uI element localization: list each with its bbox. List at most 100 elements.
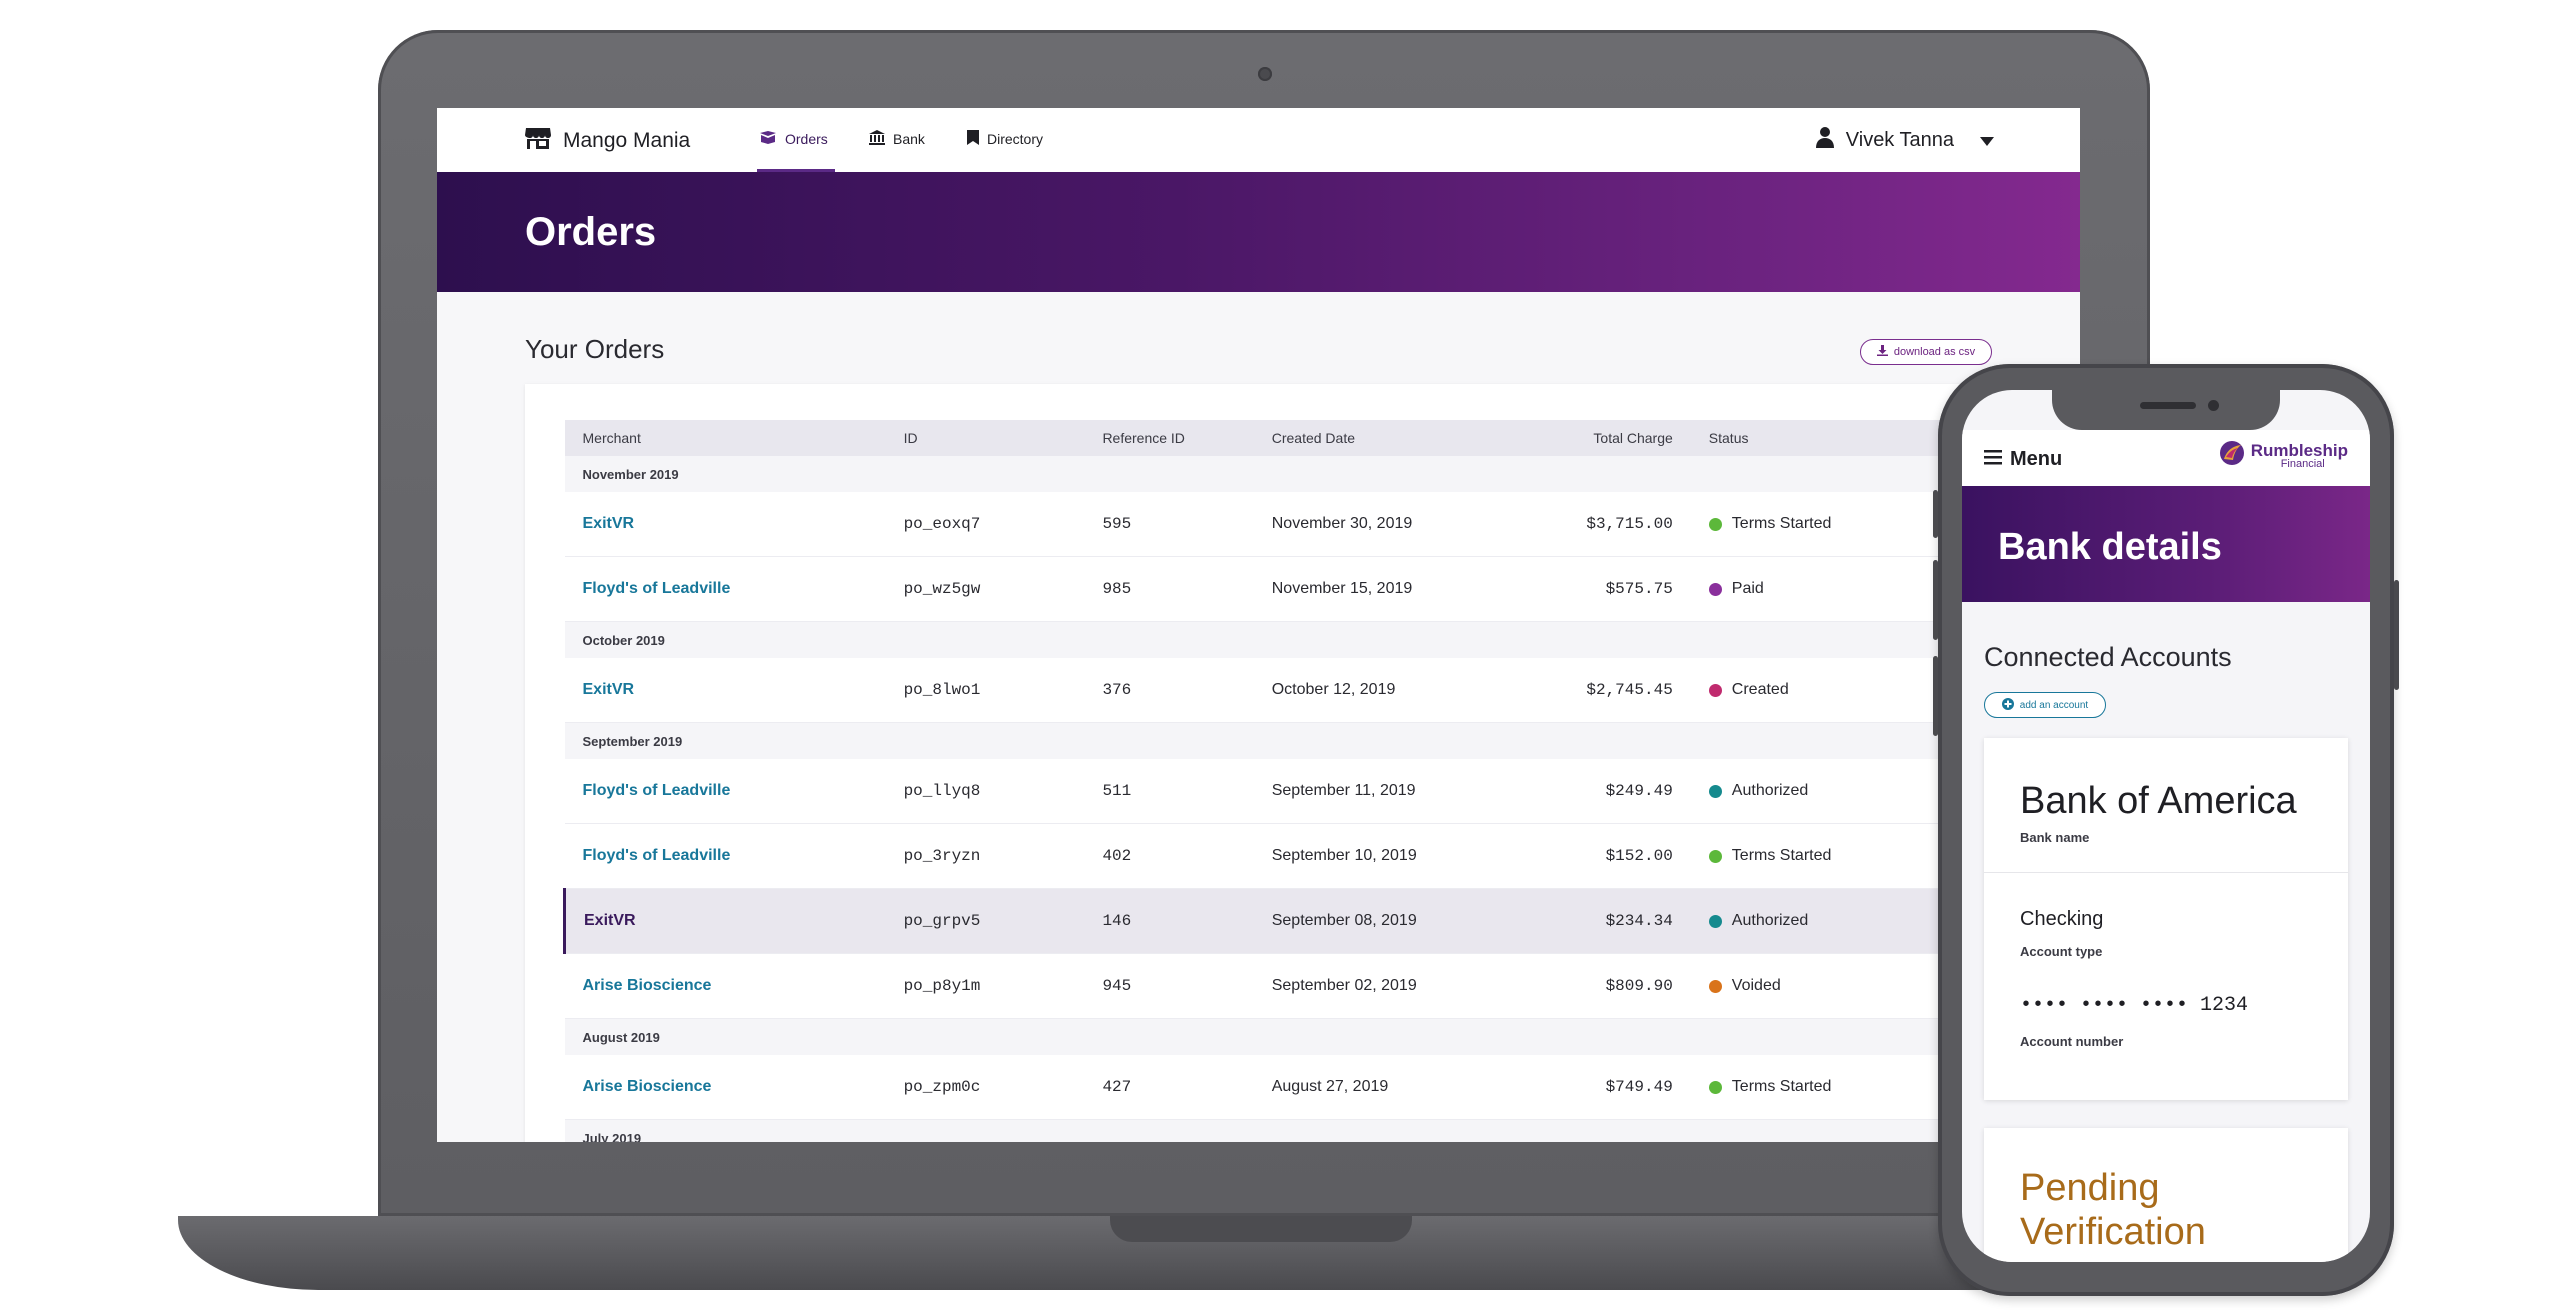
account-number-label: Account number <box>2020 1034 2124 1049</box>
table-row[interactable]: Arise Bioscience po_zpm0c 427 August 27, 20… <box>564 1055 1983 1120</box>
group-label: November 2019 <box>564 456 1983 492</box>
user-name: Vivek Tanna <box>1845 128 1954 151</box>
reference-id: 376 <box>1084 658 1254 723</box>
laptop-opening-notch <box>1110 1216 1412 1242</box>
status-label: Terms Started <box>1731 515 1832 532</box>
merchant-link[interactable]: Arise Bioscience <box>564 1055 886 1120</box>
reference-id: 945 <box>1084 953 1254 1019</box>
table-group-row: September 2019 <box>564 722 1983 759</box>
merchant-link[interactable]: Floyd's of Leadville <box>564 556 886 622</box>
group-label: October 2019 <box>564 621 1983 658</box>
phone-navigation: Menu Rumbleship Financial <box>1962 430 2370 486</box>
brand[interactable]: Mango Mania <box>525 127 690 154</box>
reference-id: 402 <box>1084 823 1254 889</box>
group-label: August 2019 <box>564 1018 1983 1055</box>
column-header-created-date[interactable]: Created Date <box>1253 420 1478 456</box>
status-label: Authorized <box>1731 782 1809 799</box>
table-group-row: July 2019 <box>564 1119 1983 1142</box>
status-badge: Created <box>1708 681 1965 699</box>
user-menu[interactable]: Vivek Tanna <box>1815 126 1994 154</box>
account-type-label: Account type <box>2020 944 2103 959</box>
status-badge: Terms Started <box>1708 515 1965 533</box>
status-dot <box>1708 784 1722 798</box>
reference-id: 595 <box>1084 492 1254 557</box>
status-badge: Authorized <box>1708 912 1965 930</box>
order-id: po_3ryzn <box>885 823 1085 889</box>
rumbleship-name: Rumbleship <box>2250 440 2348 460</box>
rumbleship-logo[interactable]: Rumbleship Financial <box>2219 440 2348 471</box>
pending-verification-card: Pending Verification <box>1984 1128 2348 1262</box>
status-dot <box>1708 849 1722 863</box>
phone-speaker <box>2140 402 2196 409</box>
reference-id: 146 <box>1084 888 1254 954</box>
nav-bank[interactable]: Bank <box>869 130 925 148</box>
phone-side-button <box>1933 490 1938 538</box>
phone-side-button <box>1933 560 1938 640</box>
column-header-merchant[interactable]: Merchant <box>564 420 886 456</box>
merchant-link[interactable]: Floyd's of Leadville <box>564 823 886 889</box>
created-date: September 08, 2019 <box>1253 888 1478 954</box>
bank-name-value: Bank of America <box>2020 780 2297 822</box>
total-charge: $152.00 <box>1477 823 1691 889</box>
created-date: August 27, 2019 <box>1253 1055 1478 1120</box>
download-csv-button[interactable]: download as csv <box>1860 339 1992 365</box>
download-icon <box>1876 345 1888 359</box>
status-badge: Voided <box>1708 977 1965 995</box>
laptop-camera <box>1258 67 1272 81</box>
status-dot <box>1708 979 1722 993</box>
order-id: po_p8y1m <box>885 953 1085 1019</box>
status-dot <box>1708 582 1722 596</box>
order-id: po_grpv5 <box>885 888 1085 954</box>
order-id: po_zpm0c <box>885 1055 1085 1120</box>
merchant-link[interactable]: ExitVR <box>564 658 886 723</box>
created-date: October 12, 2019 <box>1253 658 1478 723</box>
account-number-value: •••• •••• •••• 1234 <box>2020 994 2249 1017</box>
status-dot <box>1708 517 1722 531</box>
nav-directory[interactable]: Directory <box>967 130 1043 148</box>
status-badge: Terms Started <box>1708 1078 1965 1096</box>
status-label: Voided <box>1731 977 1781 994</box>
bank-account-card: Bank of America Bank name Checking Accou… <box>1984 738 2348 1100</box>
download-csv-label: download as csv <box>1893 346 1976 358</box>
add-account-button[interactable]: add an account <box>1984 692 2106 718</box>
brand-name: Mango Mania <box>563 128 691 152</box>
table-row[interactable]: ExitVR po_eoxq7 595 November 30, 2019 $3,715… <box>564 492 1983 557</box>
table-row[interactable]: Arise Bioscience po_p8y1m 945 September 02,… <box>564 953 1983 1019</box>
user-icon <box>1815 126 1834 154</box>
group-label: July 2019 <box>564 1119 1983 1142</box>
status-badge: Paid <box>1708 580 1965 598</box>
add-account-label: add an account <box>2019 699 2089 711</box>
total-charge: $749.49 <box>1477 1055 1691 1120</box>
bank-icon <box>869 130 885 148</box>
created-date: September 10, 2019 <box>1253 823 1478 889</box>
table-row[interactable]: Floyd's of Leadville po_llyq8 511 September… <box>564 759 1983 824</box>
status-label: Terms Started <box>1731 1078 1832 1095</box>
merchant-link[interactable]: Floyd's of Leadville <box>564 759 886 824</box>
table-row[interactable]: Floyd's of Leadville po_wz5gw 985 November … <box>564 556 1983 622</box>
total-charge: $249.49 <box>1477 759 1691 824</box>
nav-orders[interactable]: Orders <box>759 130 828 147</box>
table-row[interactable]: Floyd's of Leadville po_3ryzn 402 September… <box>564 823 1983 889</box>
total-charge: $809.90 <box>1477 953 1691 1019</box>
table-group-row: October 2019 <box>564 621 1983 658</box>
page-header-banner: Orders <box>437 172 2080 292</box>
menu-button[interactable]: Menu <box>1984 448 2062 471</box>
column-header-total-charge[interactable]: Total Charge <box>1477 420 1691 456</box>
column-header-id[interactable]: ID <box>885 420 1085 456</box>
phone-screen: Menu Rumbleship Financial Bank details C… <box>1962 390 2370 1262</box>
status-label: Created <box>1731 681 1789 698</box>
table-row[interactable]: ExitVR po_8lwo1 376 October 12, 2019 $2,745.… <box>564 658 1983 723</box>
table-group-row: November 2019 <box>564 456 1983 492</box>
connected-accounts-title: Connected Accounts <box>1984 642 2232 672</box>
merchant-link[interactable]: ExitVR <box>562 888 886 954</box>
page-title: Orders <box>525 210 657 254</box>
column-header-reference-id[interactable]: Reference ID <box>1084 420 1254 456</box>
order-id: po_llyq8 <box>885 759 1085 824</box>
merchant-link[interactable]: Arise Bioscience <box>564 953 886 1019</box>
total-charge: $234.34 <box>1477 888 1691 954</box>
merchant-link[interactable]: ExitVR <box>564 492 886 557</box>
reference-id: 427 <box>1084 1055 1254 1120</box>
status-badge: Terms Started <box>1708 847 1965 865</box>
orders-card: Merchant ID Reference ID Created Date To… <box>525 384 1995 1142</box>
table-row[interactable]: ExitVR po_grpv5 146 September 08, 2019 $234.… <box>562 888 1983 954</box>
